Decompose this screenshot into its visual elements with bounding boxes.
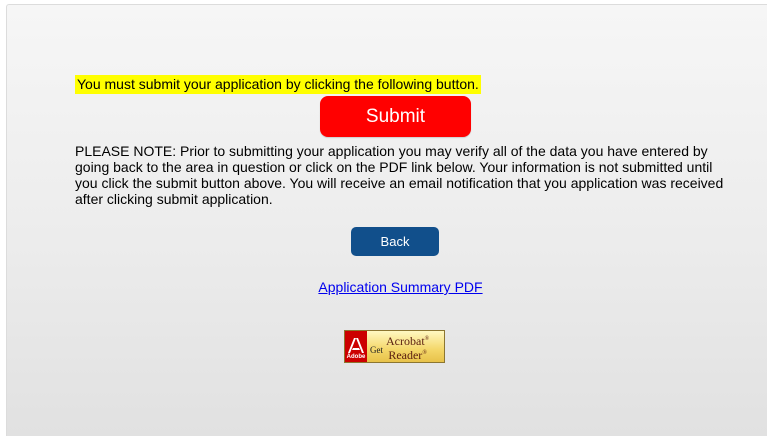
- pdf-link-row: Application Summary PDF: [7, 278, 767, 296]
- acrobat-reader-text: Acrobat® Reader®: [386, 333, 429, 361]
- registered-mark-2: ®: [422, 349, 427, 356]
- adobe-word: Adobe: [346, 354, 366, 360]
- submit-notice: You must submit your application by clic…: [75, 75, 481, 94]
- please-note-text: PLEASE NOTE: Prior to submitting your ap…: [75, 143, 724, 207]
- reader-word: Reader: [388, 347, 423, 362]
- application-summary-pdf-link[interactable]: Application Summary PDF: [318, 279, 482, 295]
- adobe-a-icon: [348, 338, 364, 353]
- adobe-logo-icon: Adobe: [345, 331, 367, 362]
- back-button[interactable]: Back: [351, 227, 439, 256]
- submit-button[interactable]: Submit: [320, 96, 471, 137]
- get-acrobat-reader-badge[interactable]: Adobe Get Acrobat® Reader®: [344, 330, 445, 363]
- content-panel: You must submit your application by clic…: [6, 4, 767, 436]
- get-text: Get: [370, 344, 383, 355]
- acrobat-word: Acrobat: [386, 333, 425, 348]
- registered-mark: ®: [424, 335, 430, 342]
